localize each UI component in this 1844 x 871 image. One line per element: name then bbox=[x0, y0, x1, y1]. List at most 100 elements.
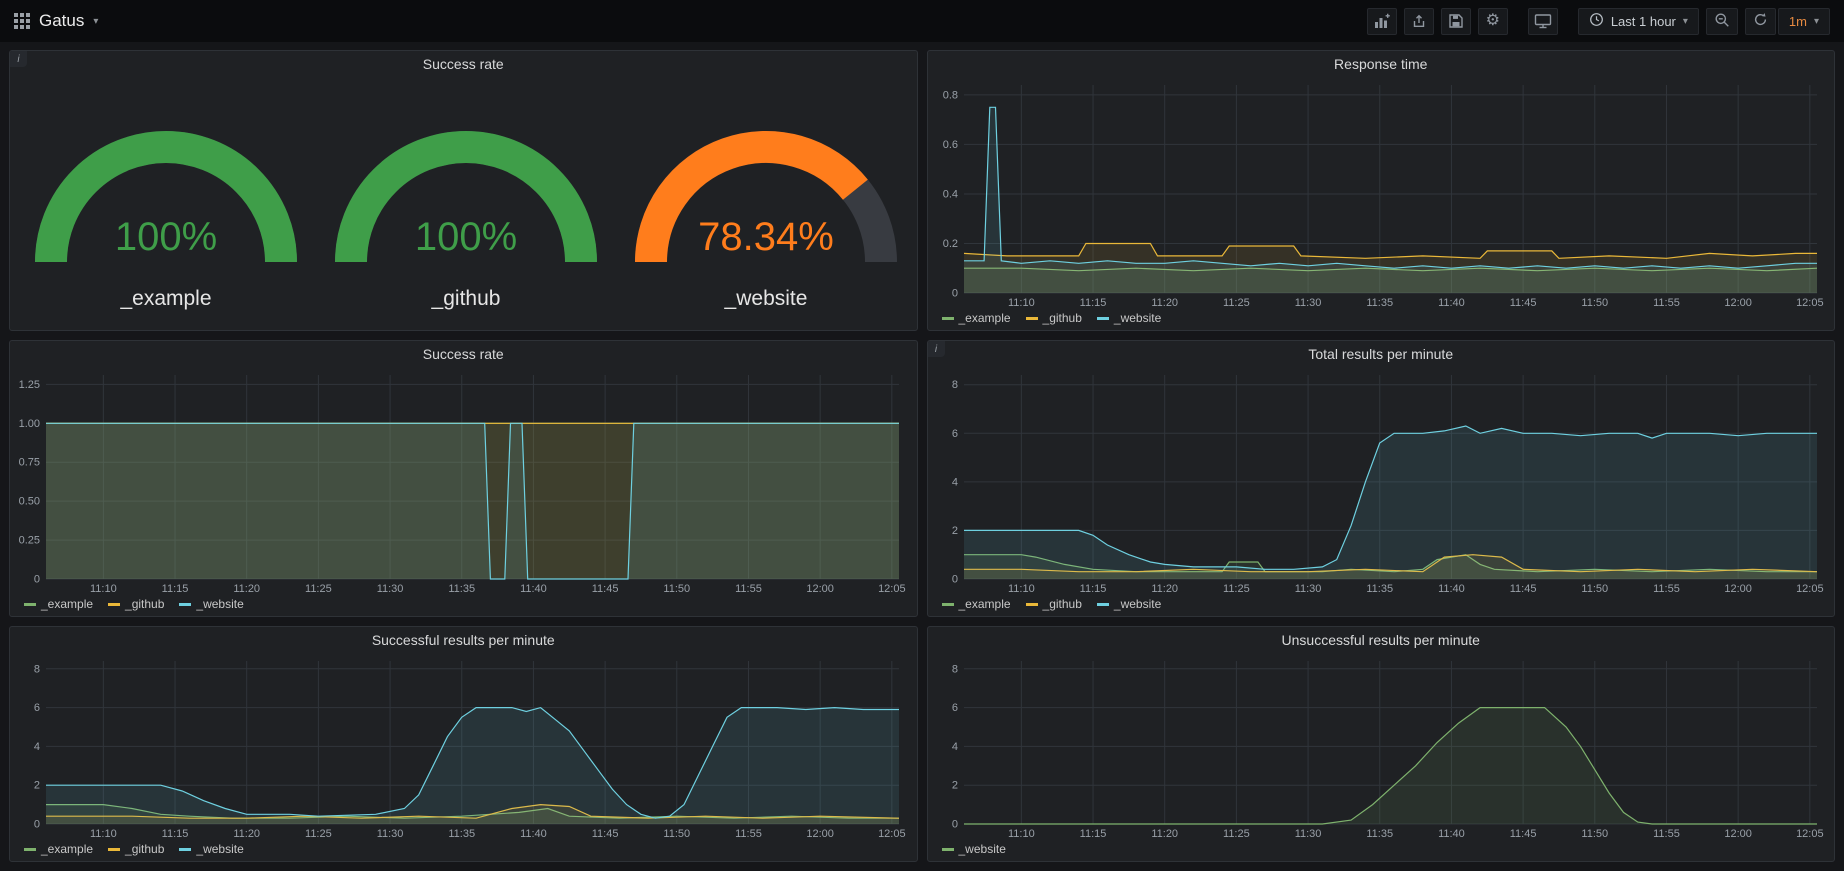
legend-item-_github[interactable]: _github bbox=[108, 842, 164, 856]
x-tick-label: 11:20 bbox=[1151, 583, 1178, 595]
legend-item-_website[interactable]: _website bbox=[179, 597, 243, 611]
time-range-picker[interactable]: Last 1 hour ▾ bbox=[1578, 8, 1699, 35]
legend-swatch bbox=[942, 603, 954, 606]
dashboards-grid-icon[interactable] bbox=[14, 13, 30, 29]
legend-swatch bbox=[179, 603, 191, 606]
legend-label: _website bbox=[959, 842, 1006, 856]
gauge-value: 100% bbox=[115, 215, 217, 259]
refresh-icon bbox=[1753, 12, 1768, 30]
success_rate-svg: 00.250.500.751.001.2511:1011:1511:2011:2… bbox=[10, 367, 917, 596]
unsuccessful-results-chart[interactable]: 0246811:1011:1511:2011:2511:3011:3511:40… bbox=[928, 653, 1835, 841]
add-panel-button[interactable] bbox=[1367, 8, 1397, 35]
x-tick-label: 11:30 bbox=[377, 828, 404, 840]
dashboard-title[interactable]: Gatus bbox=[39, 11, 84, 31]
y-tick-label: 0 bbox=[34, 574, 40, 586]
y-tick-label: 1.00 bbox=[19, 418, 40, 430]
total_results-svg: 0246811:1011:1511:2011:2511:3011:3511:40… bbox=[928, 367, 1835, 596]
y-tick-label: 0 bbox=[951, 288, 957, 300]
zoom-out-button[interactable] bbox=[1706, 8, 1738, 35]
panel-title[interactable]: Response time bbox=[928, 51, 1835, 77]
x-tick-label: 11:40 bbox=[1438, 583, 1465, 595]
x-tick-label: 12:00 bbox=[806, 583, 834, 595]
x-tick-label: 11:30 bbox=[1294, 297, 1321, 309]
panel-successful-results: Successful results per minute 0246811:10… bbox=[9, 626, 918, 862]
gauges: 100%_example100%_github78.34%_website bbox=[10, 77, 917, 330]
share-button[interactable] bbox=[1404, 8, 1434, 35]
x-tick-label: 12:05 bbox=[878, 583, 906, 595]
gauge-_github: 100%_github bbox=[316, 97, 616, 311]
legend-item-_website[interactable]: _website bbox=[179, 842, 243, 856]
x-tick-label: 12:00 bbox=[1724, 828, 1752, 840]
chevron-down-icon: ▾ bbox=[1814, 16, 1819, 27]
legend-item-_website[interactable]: _website bbox=[1097, 311, 1161, 325]
panel-title[interactable]: Successful results per minute bbox=[10, 627, 917, 653]
dashboard: i Success rate 100%_example100%_github78… bbox=[0, 42, 1844, 871]
y-tick-label: 2 bbox=[34, 780, 40, 792]
legend-item-_example[interactable]: _example bbox=[942, 597, 1011, 611]
x-tick-label: 12:05 bbox=[1796, 583, 1824, 595]
panel-title[interactable]: Success rate bbox=[10, 51, 917, 77]
dashboard-settings-button[interactable]: ⚙ bbox=[1478, 8, 1508, 35]
legend-item-_example[interactable]: _example bbox=[942, 311, 1011, 325]
x-tick-label: 11:25 bbox=[1223, 583, 1250, 595]
response_time-svg: 00.20.40.60.811:1011:1511:2011:2511:3011… bbox=[928, 77, 1835, 310]
y-tick-label: 8 bbox=[951, 379, 957, 391]
panel-info-icon[interactable]: i bbox=[10, 51, 27, 67]
x-tick-label: 11:35 bbox=[1366, 297, 1393, 309]
legend: _example _github _website bbox=[928, 596, 1835, 616]
panel-title[interactable]: Success rate bbox=[10, 341, 917, 367]
legend-item-_github[interactable]: _github bbox=[1026, 311, 1082, 325]
x-tick-label: 11:35 bbox=[1366, 583, 1393, 595]
legend-item-_example[interactable]: _example bbox=[24, 842, 93, 856]
x-tick-label: 11:20 bbox=[1151, 297, 1178, 309]
legend-item-_github[interactable]: _github bbox=[108, 597, 164, 611]
navbar-actions: ⚙ Last 1 hour ▾ 1m bbox=[1367, 8, 1830, 35]
panel-title[interactable]: Unsuccessful results per minute bbox=[928, 627, 1835, 653]
x-tick-label: 11:55 bbox=[1653, 828, 1680, 840]
x-tick-label: 11:30 bbox=[1294, 583, 1321, 595]
legend-swatch bbox=[1097, 317, 1109, 320]
legend-item-_website[interactable]: _website bbox=[1097, 597, 1161, 611]
series-area-_website bbox=[964, 708, 1817, 824]
legend-item-_example[interactable]: _example bbox=[24, 597, 93, 611]
x-tick-label: 12:00 bbox=[1724, 583, 1752, 595]
navbar-brand-group: Gatus ▾ bbox=[14, 11, 98, 31]
legend-label: _website bbox=[1114, 597, 1161, 611]
x-tick-label: 11:40 bbox=[520, 828, 547, 840]
y-tick-label: 2 bbox=[951, 525, 957, 537]
x-tick-label: 11:40 bbox=[1438, 297, 1465, 309]
y-tick-label: 8 bbox=[34, 663, 40, 675]
tv-mode-button[interactable] bbox=[1528, 8, 1558, 35]
panel-response-time: Response time 00.20.40.60.811:1011:1511:… bbox=[927, 50, 1836, 331]
zoom-out-icon bbox=[1714, 12, 1730, 31]
x-tick-label: 11:50 bbox=[663, 583, 690, 595]
y-tick-label: 0 bbox=[951, 574, 957, 586]
legend: _example _github _website bbox=[10, 596, 917, 616]
y-tick-label: 2 bbox=[951, 780, 957, 792]
panel-total-results: i Total results per minute 0246811:1011:… bbox=[927, 340, 1836, 617]
gauge-label: _website bbox=[725, 287, 808, 311]
y-tick-label: 0.8 bbox=[942, 89, 957, 101]
gauge-svg: 78.34% bbox=[616, 97, 916, 283]
x-tick-label: 11:45 bbox=[1509, 583, 1536, 595]
panel-info-icon[interactable]: i bbox=[928, 341, 945, 357]
legend-swatch bbox=[24, 848, 36, 851]
x-tick-label: 11:20 bbox=[233, 828, 260, 840]
x-tick-label: 11:55 bbox=[1653, 297, 1680, 309]
total-results-chart[interactable]: 0246811:1011:1511:2011:2511:3011:3511:40… bbox=[928, 367, 1835, 596]
refresh-button[interactable] bbox=[1745, 8, 1776, 35]
successful-results-chart[interactable]: 0246811:1011:1511:2011:2511:3011:3511:40… bbox=[10, 653, 917, 841]
success-rate-chart[interactable]: 00.250.500.751.001.2511:1011:1511:2011:2… bbox=[10, 367, 917, 596]
legend-item-_website[interactable]: _website bbox=[942, 842, 1006, 856]
legend-swatch bbox=[108, 603, 120, 606]
gauge-value: 100% bbox=[415, 215, 517, 259]
x-tick-label: 11:40 bbox=[1438, 828, 1465, 840]
save-button[interactable] bbox=[1441, 8, 1471, 35]
x-tick-label: 11:25 bbox=[305, 583, 332, 595]
legend-item-_github[interactable]: _github bbox=[1026, 597, 1082, 611]
successful_results-svg: 0246811:1011:1511:2011:2511:3011:3511:40… bbox=[10, 653, 917, 841]
refresh-interval-picker[interactable]: 1m ▾ bbox=[1778, 8, 1830, 35]
panel-title[interactable]: Total results per minute bbox=[928, 341, 1835, 367]
response-time-chart[interactable]: 00.20.40.60.811:1011:1511:2011:2511:3011… bbox=[928, 77, 1835, 310]
x-tick-label: 11:45 bbox=[1509, 297, 1536, 309]
